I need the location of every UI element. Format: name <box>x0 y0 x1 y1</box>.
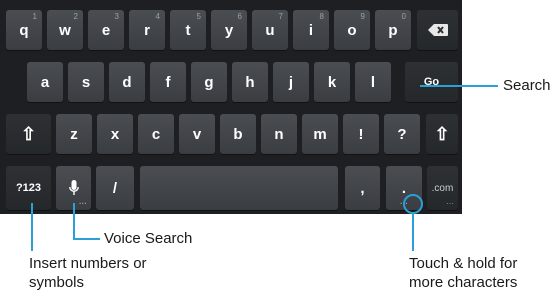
key-label: t <box>185 21 191 39</box>
slash-label: / <box>112 179 118 197</box>
key-label: ! <box>358 125 364 143</box>
voice-search-annotation: Voice Search <box>104 230 193 247</box>
key-label: f <box>165 73 171 91</box>
key-w[interactable]: w2 <box>47 10 83 50</box>
key-label: z <box>70 125 78 143</box>
shift-icon: ⇧ <box>434 123 450 144</box>
shift-key-left[interactable]: ⇧ <box>6 114 51 154</box>
key-label: m <box>313 125 327 143</box>
key-number-hint: 8 <box>319 12 324 21</box>
backspace-icon <box>427 24 448 36</box>
key-o[interactable]: o9 <box>334 10 370 50</box>
key-number-hint: 1 <box>32 12 37 21</box>
search-leader-line <box>420 85 498 87</box>
key-number-hint: 7 <box>278 12 283 21</box>
shift-key-right[interactable]: ⇧ <box>426 114 458 154</box>
key-number-hint: 5 <box>196 12 201 21</box>
key-label: q <box>19 21 29 39</box>
backspace-key[interactable] <box>417 10 458 50</box>
insert-numbers-annotation-line2: symbols <box>29 274 85 291</box>
slash-key[interactable]: / <box>96 166 134 210</box>
key-label: w <box>59 21 71 39</box>
insert-numbers-annotation-line1: Insert numbers or <box>29 255 147 272</box>
key-label: b <box>233 125 243 143</box>
key-r[interactable]: r4 <box>129 10 165 50</box>
key-g[interactable]: g <box>191 62 227 102</box>
voice-leader-line-h <box>73 238 100 240</box>
key-q[interactable]: q1 <box>6 10 42 50</box>
key-label: y <box>224 21 234 39</box>
key-number-hint: 3 <box>114 12 119 21</box>
key-z[interactable]: z <box>56 114 92 154</box>
key-number-hint: 0 <box>401 12 406 21</box>
key-n[interactable]: n <box>261 114 297 154</box>
key-label: l <box>370 73 376 91</box>
key-label: v <box>192 125 202 143</box>
key-i[interactable]: i8 <box>293 10 329 50</box>
comma-key[interactable]: , <box>345 166 380 210</box>
period-label: . <box>401 179 407 197</box>
key-h[interactable]: h <box>232 62 268 102</box>
key-label: n <box>274 125 284 143</box>
key-label: e <box>101 21 111 39</box>
touch-hold-annotation-line1: Touch & hold for <box>409 255 518 272</box>
numbers-leader-line <box>31 203 33 251</box>
touch-hold-annotation-line2: more characters <box>409 274 518 291</box>
key-exclamation[interactable]: ! <box>343 114 379 154</box>
key-p[interactable]: p0 <box>375 10 411 50</box>
key-number-hint: 9 <box>360 12 365 21</box>
numbers-symbols-key[interactable]: ?123 <box>6 166 51 210</box>
key-label: s <box>81 73 91 91</box>
key-label: c <box>151 125 161 143</box>
highlight-circle <box>403 194 423 214</box>
key-u[interactable]: u7 <box>252 10 288 50</box>
key-k[interactable]: k <box>314 62 350 102</box>
key-t[interactable]: t5 <box>170 10 206 50</box>
key-v[interactable]: v <box>179 114 215 154</box>
voice-leader-line-v <box>73 203 75 239</box>
more-options-dots: ··· <box>79 199 87 208</box>
key-number-hint: 4 <box>155 12 160 21</box>
key-label: d <box>122 73 132 91</box>
key-j[interactable]: j <box>273 62 309 102</box>
dotcom-key[interactable]: .com ··· <box>427 166 458 210</box>
key-label: i <box>308 21 314 39</box>
numbers-label: ?123 <box>15 182 42 194</box>
key-a[interactable]: a <box>27 62 63 102</box>
microphone-icon <box>68 180 79 195</box>
key-label: x <box>110 125 120 143</box>
key-label: g <box>204 73 214 91</box>
key-d[interactable]: d <box>109 62 145 102</box>
key-y[interactable]: y6 <box>211 10 247 50</box>
key-b[interactable]: b <box>220 114 256 154</box>
key-label: r <box>144 21 150 39</box>
key-label: j <box>288 73 294 91</box>
key-label: p <box>388 21 398 39</box>
key-label: a <box>40 73 50 91</box>
touch-leader-line <box>412 213 414 251</box>
key-x[interactable]: x <box>97 114 133 154</box>
key-label: u <box>265 21 275 39</box>
key-question[interactable]: ? <box>384 114 420 154</box>
key-number-hint: 6 <box>237 12 242 21</box>
key-l[interactable]: l <box>355 62 391 102</box>
shift-icon: ⇧ <box>20 123 37 144</box>
go-key[interactable]: Go <box>405 62 458 102</box>
key-label: o <box>347 21 357 39</box>
more-options-dots: ··· <box>446 199 454 208</box>
space-key[interactable] <box>140 166 338 210</box>
search-annotation: Search <box>503 77 551 94</box>
key-m[interactable]: m <box>302 114 338 154</box>
key-label: ? <box>397 125 407 143</box>
onscreen-keyboard: q1w2e3r4t5y6u7i8o9p0 asdfghjkl Go ⇧ zxcv… <box>0 0 462 214</box>
key-number-hint: 2 <box>73 12 78 21</box>
key-c[interactable]: c <box>138 114 174 154</box>
key-e[interactable]: e3 <box>88 10 124 50</box>
key-f[interactable]: f <box>150 62 186 102</box>
key-label: h <box>245 73 255 91</box>
dotcom-label: .com <box>431 182 454 194</box>
key-s[interactable]: s <box>68 62 104 102</box>
comma-label: , <box>360 179 365 197</box>
key-label: k <box>327 73 337 91</box>
